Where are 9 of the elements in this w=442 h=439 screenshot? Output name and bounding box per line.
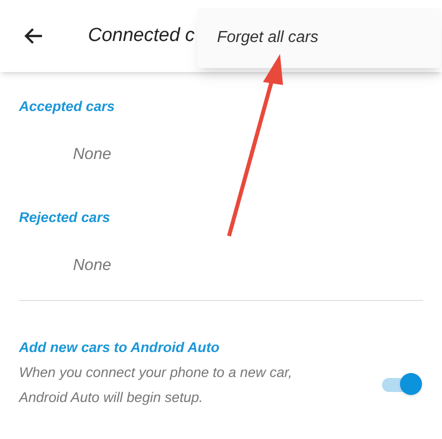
setting-title: Add new cars to Android Auto [19, 338, 220, 357]
toggle-switch[interactable] [382, 372, 422, 394]
screen-title: Connected c [88, 24, 195, 48]
section-heading: Rejected cars [18, 208, 112, 227]
section-heading: Accepted cars [18, 97, 116, 116]
empty-value: None [72, 256, 112, 276]
menu-item[interactable]: Forget all cars [197, 26, 441, 50]
setting-description: When you connect your phone to a new car, Android Auto will begin setup. [19, 363, 294, 407]
empty-value: None [72, 145, 112, 165]
